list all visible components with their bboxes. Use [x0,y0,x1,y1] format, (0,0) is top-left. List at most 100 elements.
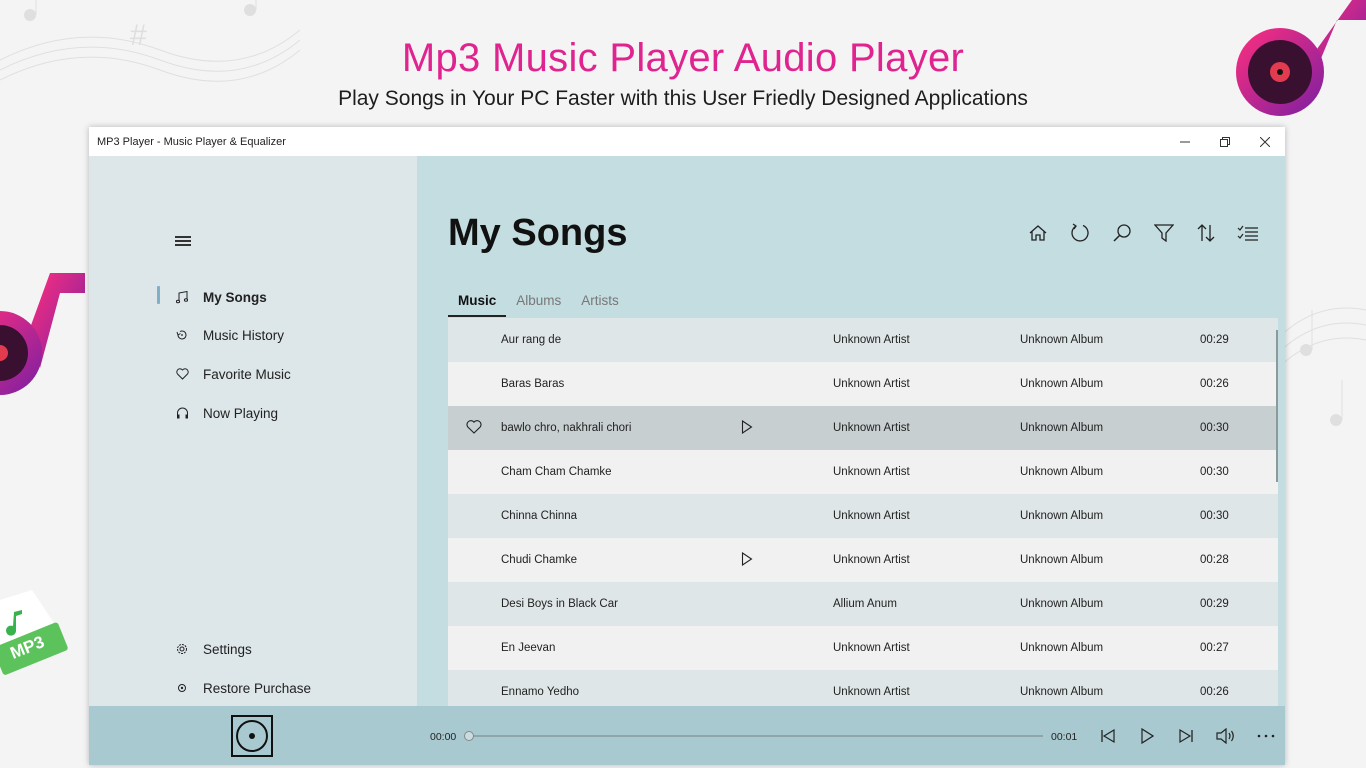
song-album: Unknown Album [1020,686,1104,698]
song-artist: Unknown Artist [833,422,910,434]
song-artist: Allium Anum [833,598,897,610]
promo-subtitle: Play Songs in Your PC Faster with this U… [338,87,1028,110]
minimize-button[interactable] [1165,127,1205,156]
song-album: Unknown Album [1020,378,1104,390]
filter-icon [1154,224,1174,242]
table-row[interactable]: Chinna Chinna Unknown Artist Unknown Alb… [448,494,1278,538]
tab-music[interactable]: Music [448,291,507,317]
window-title: MP3 Player - Music Player & Equalizer [97,135,286,148]
restore-button[interactable] [1205,127,1245,156]
sidebar-item-label: Favorite Music [203,366,291,382]
song-artist: Unknown Artist [833,554,910,566]
mp3-file-badge: MP3 [0,590,70,682]
sort-icon [1197,224,1215,242]
table-row[interactable]: bawlo chro, nakhrali chori Unknown Artis… [448,406,1278,450]
song-title: Ennamo Yedho [501,686,580,698]
sidebar-item-label: Now Playing [203,405,279,421]
sidebar-item-label: Music History [203,327,285,343]
main-content: My Songs Music Albums Artists Aur rang d… [417,156,1285,706]
refresh-button[interactable] [1059,218,1101,248]
sidebar-item-settings[interactable]: Settings [175,637,252,661]
tab-albums[interactable]: Albums [506,291,571,317]
play-icon [741,419,753,435]
play-icon [741,551,753,567]
hamburger-menu-button[interactable] [175,236,193,248]
table-row[interactable]: Aur rang de Unknown Artist Unknown Album… [448,318,1278,362]
song-duration: 00:28 [1200,554,1229,566]
song-album: Unknown Album [1020,466,1104,478]
favorite-button[interactable] [466,420,482,437]
current-time: 00:00 [430,731,457,743]
gear-icon [175,643,189,655]
table-row[interactable]: Cham Cham Chamke Unknown Artist Unknown … [448,450,1278,494]
song-duration: 00:29 [1200,334,1229,346]
close-button[interactable] [1245,127,1285,156]
more-options-button[interactable] [1254,724,1278,748]
list-scrollbar[interactable] [1276,330,1278,482]
minimize-icon [1180,141,1190,142]
sidebar-item-now-playing[interactable]: Now Playing [175,401,278,425]
vinyl-note-logo-left [0,273,85,395]
song-duration: 00:26 [1200,378,1229,390]
song-album: Unknown Album [1020,598,1104,610]
tab-bar: Music Albums Artists [448,291,629,317]
song-album: Unknown Album [1020,510,1104,522]
song-duration: 00:30 [1200,422,1229,434]
sidebar-item-music-history[interactable]: Music History [175,323,284,347]
song-list: Aur rang de Unknown Artist Unknown Album… [448,318,1278,706]
table-row[interactable]: Desi Boys in Black Car Allium Anum Unkno… [448,582,1278,626]
sidebar-item-label: Restore Purchase [203,680,312,696]
table-row[interactable]: Ennamo Yedho Unknown Artist Unknown Albu… [448,670,1278,706]
toolbar [1017,218,1269,248]
sort-button[interactable] [1185,218,1227,248]
filter-button[interactable] [1143,218,1185,248]
previous-icon [1101,728,1115,744]
row-play-button[interactable] [741,551,753,569]
sidebar-item-label: My Songs [203,289,267,305]
music-notes-decoration-right [1276,307,1366,426]
volume-icon [1216,728,1234,744]
song-album: Unknown Album [1020,334,1104,346]
page-title: My Songs [448,212,628,254]
song-artist: Unknown Artist [833,378,910,390]
song-title: Cham Cham Chamke [501,466,612,478]
sidebar-item-favorite-music[interactable]: Favorite Music [175,362,291,386]
home-icon [1029,225,1047,241]
home-button[interactable] [1017,218,1059,248]
play-icon [1141,728,1154,744]
select-list-button[interactable] [1227,218,1269,248]
music-note-icon [175,290,189,304]
table-row[interactable]: Chudi Chamke Unknown Artist Unknown Albu… [448,538,1278,582]
table-row[interactable]: Baras Baras Unknown Artist Unknown Album… [448,362,1278,406]
refresh-icon [1071,223,1089,242]
app-window: MP3 Player - Music Player & Equalizer My… [89,127,1285,765]
search-icon [1113,224,1131,242]
song-duration: 00:26 [1200,686,1229,698]
restore-purchase-icon [175,683,189,693]
search-button[interactable] [1101,218,1143,248]
song-album: Unknown Album [1020,422,1104,434]
song-artist: Unknown Artist [833,510,910,522]
total-time: 00:01 [1051,731,1078,743]
seek-thumb[interactable] [464,731,474,741]
row-play-button[interactable] [741,419,753,437]
song-title: Baras Baras [501,378,565,390]
song-artist: Unknown Artist [833,642,910,654]
song-title: En Jeevan [501,642,556,654]
seek-bar[interactable] [468,735,1043,737]
sidebar-item-restore-purchase[interactable]: Restore Purchase [175,676,311,700]
close-icon [1260,136,1270,147]
tab-artists[interactable]: Artists [571,291,629,317]
song-duration: 00:29 [1200,598,1229,610]
heart-icon [175,368,189,380]
history-icon [175,329,189,341]
volume-button[interactable] [1214,724,1238,748]
sidebar-item-my-songs[interactable]: My Songs [175,285,267,309]
previous-button[interactable] [1096,724,1120,748]
sidebar: My Songs Music History Favorite Music No… [89,156,417,706]
next-button[interactable] [1174,724,1198,748]
song-title: Desi Boys in Black Car [501,598,618,610]
play-button[interactable] [1135,724,1159,748]
title-bar: MP3 Player - Music Player & Equalizer [89,127,1285,156]
table-row[interactable]: En Jeevan Unknown Artist Unknown Album 0… [448,626,1278,670]
